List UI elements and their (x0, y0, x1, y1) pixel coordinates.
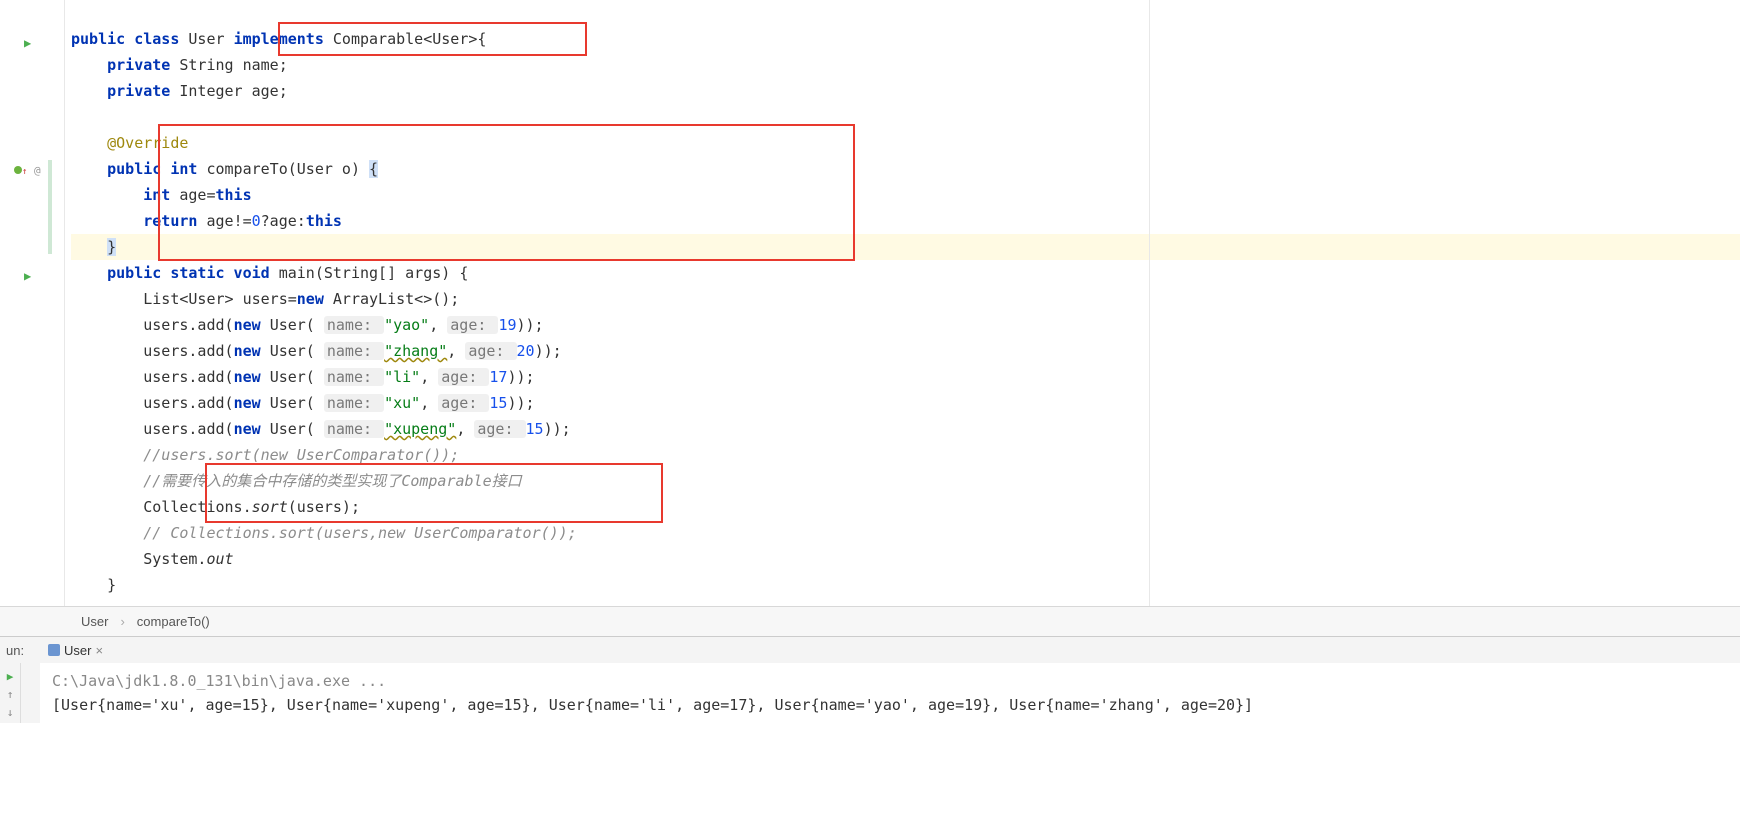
close-icon[interactable]: × (95, 643, 103, 658)
down-button[interactable]: ↓ (3, 705, 17, 719)
vcs-change-marker (48, 160, 52, 254)
run-panel-label: un: (0, 641, 30, 660)
code-line[interactable]: users.add(new User( name: "li", age: 17)… (71, 364, 1740, 390)
code-area[interactable]: public class User implements Comparable<… (65, 0, 1740, 606)
run-panel: un: User × ▶ ↑ ↓ C:\Java\jdk1.8.0_131\bi… (0, 636, 1740, 723)
gutter: ▶ ▶ ↑ @ (0, 0, 65, 606)
code-line[interactable]: users.add(new User( name: "xupeng", age:… (71, 416, 1740, 442)
override-gutter-icon[interactable]: ↑ @ (14, 164, 41, 177)
code-line[interactable]: } (71, 572, 1740, 598)
code-line[interactable]: public class User implements Comparable<… (71, 26, 1740, 52)
run-tab[interactable]: User × (42, 641, 109, 660)
code-line[interactable]: List<User> users=new ArrayList<>(); (71, 286, 1740, 312)
code-line[interactable]: Collections.sort(users); (71, 494, 1740, 520)
run-tab-label: User (64, 643, 91, 658)
code-line[interactable]: @Override (71, 130, 1740, 156)
rerun-button[interactable]: ▶ (3, 669, 17, 683)
right-margin-ruler (1149, 0, 1150, 606)
code-line[interactable]: users.add(new User( name: "xu", age: 15)… (71, 390, 1740, 416)
code-line[interactable]: System.out (71, 546, 1740, 572)
code-line[interactable]: } (71, 234, 1740, 260)
code-line[interactable]: private String name; (71, 52, 1740, 78)
run-tabs: un: User × (0, 637, 1740, 663)
breadcrumb-item[interactable]: compareTo() (131, 614, 216, 629)
console-line: [User{name='xu', age=15}, User{name='xup… (52, 693, 1728, 717)
run-gutter-icon[interactable]: ▶ (24, 269, 31, 283)
run-toolbar-2 (20, 663, 40, 723)
console-output[interactable]: C:\Java\jdk1.8.0_131\bin\java.exe ... [U… (40, 663, 1740, 723)
up-button[interactable]: ↑ (3, 687, 17, 701)
code-line[interactable] (71, 104, 1740, 130)
code-line[interactable]: users.add(new User( name: "yao", age: 19… (71, 312, 1740, 338)
code-line[interactable]: //users.sort(new UserComparator()); (71, 442, 1740, 468)
code-editor[interactable]: ▶ ▶ ↑ @ public class User implements Com… (0, 0, 1740, 606)
code-line[interactable] (71, 0, 1740, 26)
code-line[interactable]: private Integer age; (71, 78, 1740, 104)
code-line[interactable]: // Collections.sort(users,new UserCompar… (71, 520, 1740, 546)
application-icon (48, 644, 60, 656)
code-line[interactable]: users.add(new User( name: "zhang", age: … (71, 338, 1740, 364)
code-line[interactable]: public static void main(String[] args) { (71, 260, 1740, 286)
run-gutter-icon[interactable]: ▶ (24, 36, 31, 50)
run-toolbar: ▶ ↑ ↓ (0, 663, 20, 723)
breadcrumb-item[interactable]: User (75, 614, 114, 629)
breadcrumb[interactable]: User › compareTo() (0, 606, 1740, 636)
console-line: C:\Java\jdk1.8.0_131\bin\java.exe ... (52, 669, 1728, 693)
code-line[interactable]: int age=this (71, 182, 1740, 208)
code-line[interactable]: public int compareTo(User o) { (71, 156, 1740, 182)
code-line[interactable]: //需要传入的集合中存储的类型实现了Comparable接口 (71, 468, 1740, 494)
chevron-right-icon: › (114, 614, 130, 629)
code-line[interactable]: return age!=0?age:this (71, 208, 1740, 234)
